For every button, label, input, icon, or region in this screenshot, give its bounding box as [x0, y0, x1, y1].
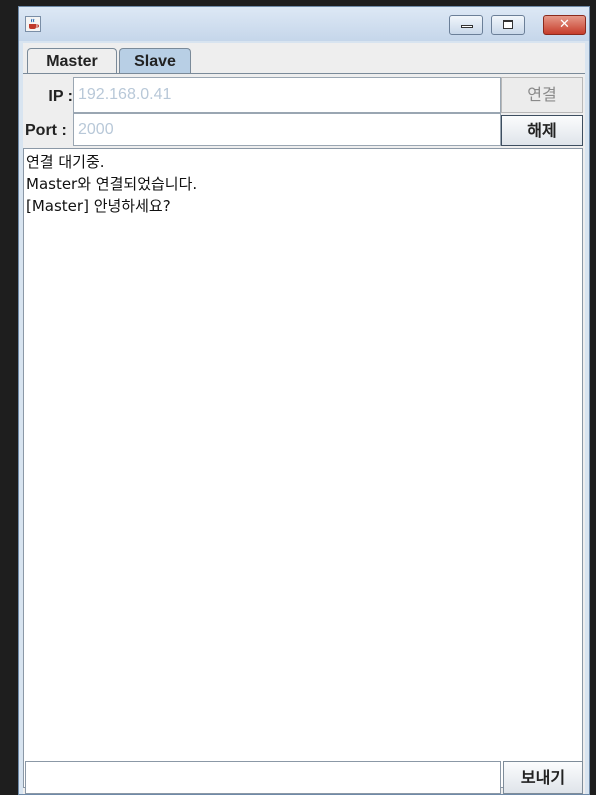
port-label: Port :: [25, 122, 67, 139]
disconnect-button[interactable]: 해제: [501, 115, 583, 146]
tab-bar: Master Slave: [23, 43, 585, 73]
title-bar[interactable]: ✕: [19, 7, 589, 41]
connect-button[interactable]: 연결: [501, 77, 583, 113]
ip-field[interactable]: 192.168.0.41: [73, 77, 501, 113]
client-area: Master Slave IP : 192.168.0.41 연결 Port :…: [23, 43, 585, 794]
log-line: 연결 대기중.: [26, 153, 105, 171]
maximize-icon: [503, 20, 513, 29]
tab-slave[interactable]: Slave: [119, 48, 191, 73]
chat-log[interactable]: 연결 대기중. Master와 연결되었습니다. [Master] 안녕하세요?: [23, 148, 583, 788]
port-field[interactable]: 2000: [73, 113, 501, 146]
minimize-button[interactable]: [449, 15, 483, 35]
slave-panel: IP : 192.168.0.41 연결 Port : 2000 해제 연결 대…: [23, 73, 585, 794]
close-button[interactable]: ✕: [543, 15, 586, 35]
close-icon: ✕: [559, 17, 570, 32]
maximize-button[interactable]: [491, 15, 525, 35]
java-cup-icon[interactable]: [25, 16, 41, 32]
log-line: Master와 연결되었습니다.: [26, 175, 198, 193]
send-button[interactable]: 보내기: [503, 761, 583, 794]
log-line: [Master] 안녕하세요?: [26, 197, 171, 215]
tab-master[interactable]: Master: [27, 48, 117, 73]
minimize-icon: [461, 25, 473, 28]
message-input[interactable]: [25, 761, 501, 794]
ip-label: IP :: [48, 88, 73, 105]
app-window: ✕ Master Slave IP : 192.168.0.41 연결 Port…: [18, 6, 590, 795]
